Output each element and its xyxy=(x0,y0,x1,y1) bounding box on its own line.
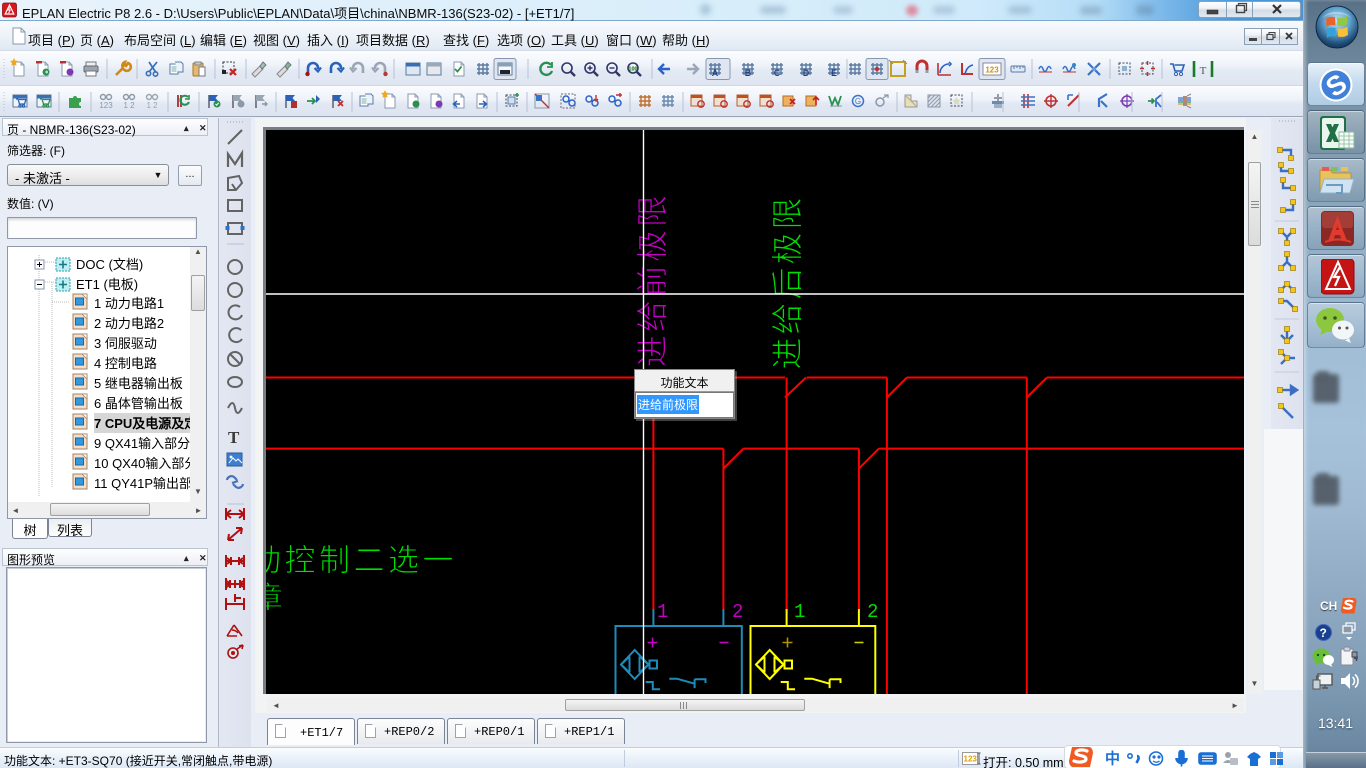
svg-text:123: 123 xyxy=(964,755,978,764)
svg-text:1 2: 1 2 xyxy=(146,101,158,110)
svg-text:1: 1 xyxy=(657,601,668,623)
svg-text:进给后极限: 进给后极限 xyxy=(770,194,806,369)
svg-text:E: E xyxy=(831,68,837,78)
svg-text:123: 123 xyxy=(985,66,999,75)
svg-text:1 2: 1 2 xyxy=(123,101,135,110)
svg-text:1: 1 xyxy=(794,601,805,623)
svg-text:A: A xyxy=(712,68,719,78)
svg-text:2: 2 xyxy=(732,601,743,623)
svg-text:中: 中 xyxy=(1105,750,1120,767)
svg-text:B: B xyxy=(745,68,752,78)
svg-text:G: G xyxy=(855,97,861,106)
svg-text:123: 123 xyxy=(99,101,113,110)
svg-text:C: C xyxy=(774,68,781,78)
svg-text:T: T xyxy=(1200,65,1207,77)
svg-text:动控制二选一: 动控制二选一 xyxy=(266,543,457,578)
svg-text:?: ? xyxy=(1320,626,1327,640)
svg-text:T: T xyxy=(228,428,240,447)
svg-text:2: 2 xyxy=(867,601,878,623)
svg-text:D: D xyxy=(803,68,810,78)
svg-text:进给前极限: 进给前极限 xyxy=(635,192,671,367)
svg-text:100: 100 xyxy=(628,67,637,73)
svg-text:章: 章 xyxy=(266,582,283,615)
